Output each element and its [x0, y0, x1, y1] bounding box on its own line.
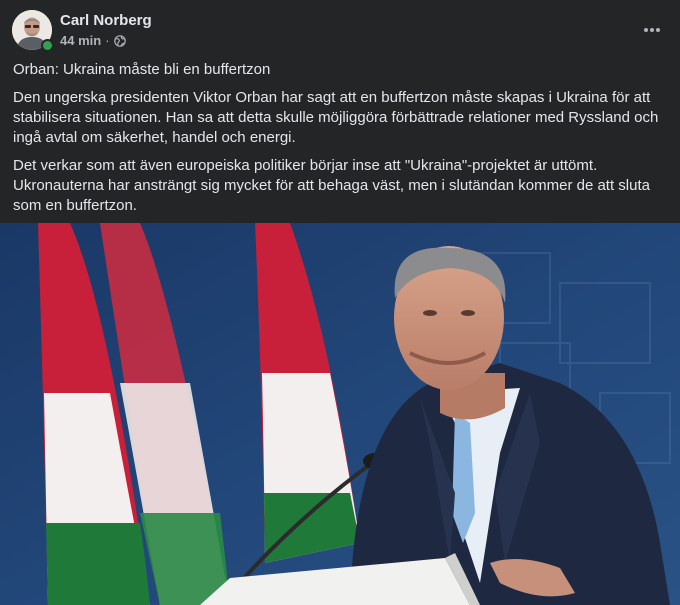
more-horizontal-icon: [644, 28, 660, 32]
more-options-button[interactable]: [636, 14, 668, 46]
meta-separator: ·: [105, 33, 110, 48]
post-image: [0, 223, 680, 605]
post-meta: 44 min ·: [60, 33, 126, 48]
avatar-container[interactable]: [12, 10, 54, 52]
post-headline: Orban: Ukraina måste bli en buffertzon: [13, 61, 271, 78]
post-timestamp[interactable]: 44 min: [60, 33, 101, 48]
post-photo[interactable]: [0, 223, 680, 605]
globe-icon[interactable]: [113, 34, 126, 47]
post-card: Carl Norberg 44 min · Orban: Ukraina mås…: [0, 0, 680, 605]
post-paragraph: Den ungerska presidenten Viktor Orban ha…: [13, 89, 659, 146]
post-text: Orban: Ukraina måste bli en buffertzon D…: [13, 60, 671, 224]
author-name[interactable]: Carl Norberg: [60, 12, 152, 29]
post-paragraph: Det verkar som att även europeiska polit…: [13, 157, 650, 214]
post-header: Carl Norberg 44 min ·: [12, 10, 668, 52]
online-status-indicator: [41, 39, 54, 52]
